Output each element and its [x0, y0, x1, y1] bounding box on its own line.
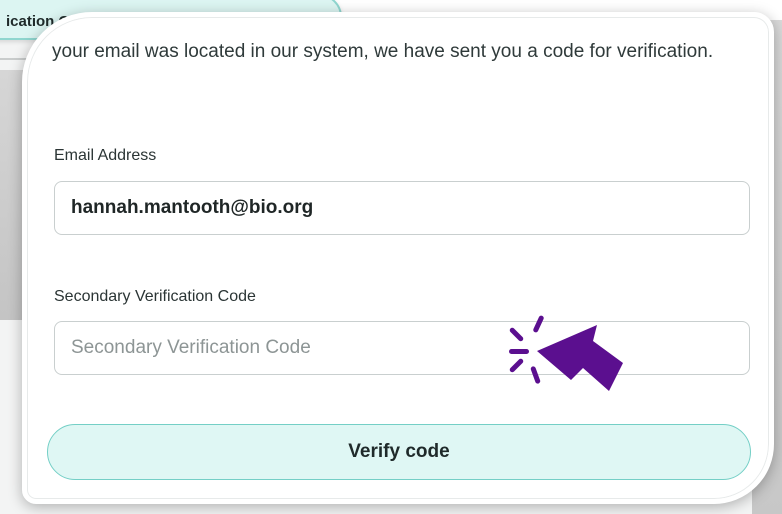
verification-code-input[interactable] — [71, 322, 749, 374]
click-pointer-icon — [509, 315, 623, 391]
screen: ication Co your email was located in our… — [0, 0, 782, 514]
verification-message: your email was located in our system, we… — [52, 41, 714, 62]
zoom-panel: your email was located in our system, we… — [22, 12, 774, 504]
email-label: Email Address — [54, 147, 157, 164]
verify-code-button[interactable]: Verify code — [47, 424, 751, 480]
email-value: hannah.mantooth@bio.org — [71, 197, 314, 218]
email-field[interactable]: hannah.mantooth@bio.org — [54, 181, 750, 235]
verification-code-label: Secondary Verification Code — [54, 288, 256, 305]
verification-code-field[interactable] — [54, 321, 750, 375]
